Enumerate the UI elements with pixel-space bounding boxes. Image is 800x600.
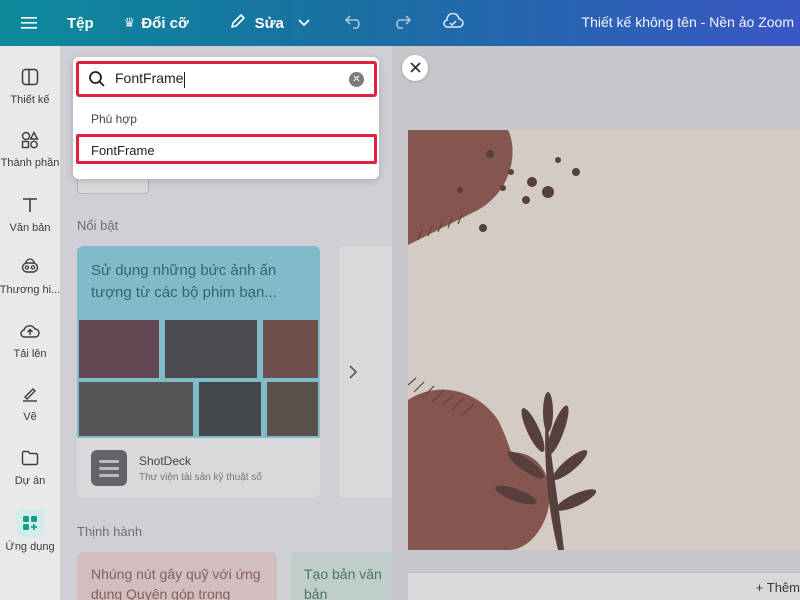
search-input[interactable]: FontFrame ✕	[76, 61, 377, 97]
upload-icon	[19, 320, 41, 342]
app-name: ShotDeck	[139, 453, 192, 468]
close-button[interactable]	[402, 55, 428, 81]
rail-item-upload[interactable]: Tải lên	[0, 320, 60, 360]
rail-item-elements[interactable]: Thành phần	[0, 129, 60, 169]
add-page-button[interactable]: + Thêm	[756, 580, 800, 595]
film-still-image	[163, 318, 259, 380]
film-still-image	[261, 318, 320, 380]
film-still-image	[265, 380, 320, 438]
design-canvas[interactable]	[408, 130, 800, 550]
trending-card[interactable]: Tạo bản văn bản	[290, 552, 392, 600]
card-banner-text: Sử dụng những bức ảnh ấn tượng từ các bộ…	[91, 262, 277, 301]
search-icon	[79, 70, 115, 88]
film-stills	[77, 318, 320, 438]
text-caret	[184, 71, 186, 88]
rail-item-brand[interactable]: Thương hi...	[0, 256, 60, 296]
elements-icon	[19, 129, 41, 151]
resize-button[interactable]: ♛ Đổi cỡ	[124, 15, 189, 32]
design-artwork	[408, 130, 597, 550]
rail-item-design[interactable]: Thiết kế	[0, 66, 60, 106]
rail-item-draw[interactable]: Vẽ	[0, 383, 60, 423]
rail-label: Ứng dụng	[5, 541, 55, 553]
folder-icon	[19, 447, 41, 469]
chevron-right-icon[interactable]	[348, 364, 358, 385]
chevron-down-icon	[298, 16, 310, 30]
top-bar: Tệp ♛ Đổi cỡ Sửa Thiết kế không tên - Nề…	[0, 0, 800, 46]
crown-icon: ♛	[123, 15, 136, 30]
redo-icon[interactable]	[392, 13, 412, 34]
rail-label: Văn bản	[9, 222, 51, 234]
layout-icon	[19, 66, 41, 88]
page-footer	[408, 572, 800, 600]
search-result-item[interactable]: FontFrame	[76, 134, 377, 164]
shotdeck-logo	[91, 450, 127, 486]
left-rail: Thiết kế Thành phần Văn bản Thương hi...…	[0, 46, 60, 600]
cloud-saved-icon[interactable]	[442, 12, 464, 34]
dropdown-heading: Phù hợp	[91, 112, 137, 126]
rail-label: Tải lên	[13, 348, 47, 360]
rail-label: Thiết kế	[10, 94, 50, 106]
featured-app-card-next[interactable]	[339, 246, 392, 498]
document-title[interactable]: Thiết kế không tên - Nền ảo Zoom	[582, 14, 794, 30]
film-still-image	[77, 380, 195, 438]
film-still-image	[77, 318, 161, 380]
rail-item-text[interactable]: Văn bản	[0, 194, 60, 234]
pencil-icon	[229, 12, 247, 34]
text-icon	[19, 194, 41, 216]
close-icon	[409, 60, 421, 77]
featured-title: Nổi bật	[77, 218, 119, 233]
brand-icon	[19, 256, 41, 278]
trending-title: Thịnh hành	[77, 524, 143, 539]
rail-label: Thương hi...	[0, 284, 61, 296]
rail-label: Vẽ	[23, 411, 37, 423]
file-menu[interactable]: Tệp	[67, 15, 94, 32]
clear-search-icon[interactable]: ✕	[349, 72, 364, 87]
rail-label: Thành phần	[0, 157, 60, 169]
search-value: FontFrame	[115, 70, 186, 88]
undo-icon[interactable]	[344, 13, 364, 34]
film-still-image	[197, 380, 263, 438]
card-banner: Sử dụng những bức ảnh ấn tượng từ các bộ…	[77, 246, 320, 438]
card-footer: ShotDeck Thư viện tài sản kỹ thuật số	[77, 438, 320, 498]
featured-app-card[interactable]: Sử dụng những bức ảnh ấn tượng từ các bộ…	[77, 246, 320, 498]
edit-menu[interactable]: Sửa	[229, 12, 310, 34]
rail-item-projects[interactable]: Dự án	[0, 447, 60, 487]
apps-icon	[16, 509, 44, 537]
edit-label: Sửa	[254, 14, 284, 32]
draw-icon	[19, 383, 41, 405]
resize-label: Đổi cỡ	[141, 14, 189, 32]
hamburger-menu-icon[interactable]	[0, 16, 57, 30]
app-description: Thư viện tài sản kỹ thuật số	[139, 471, 262, 483]
rail-label: Dự án	[14, 475, 46, 487]
trending-card[interactable]: Nhúng nút gây quỹ với ứng dụng Quyên góp…	[77, 552, 277, 600]
rail-item-apps[interactable]: Ứng dụng	[0, 509, 60, 553]
